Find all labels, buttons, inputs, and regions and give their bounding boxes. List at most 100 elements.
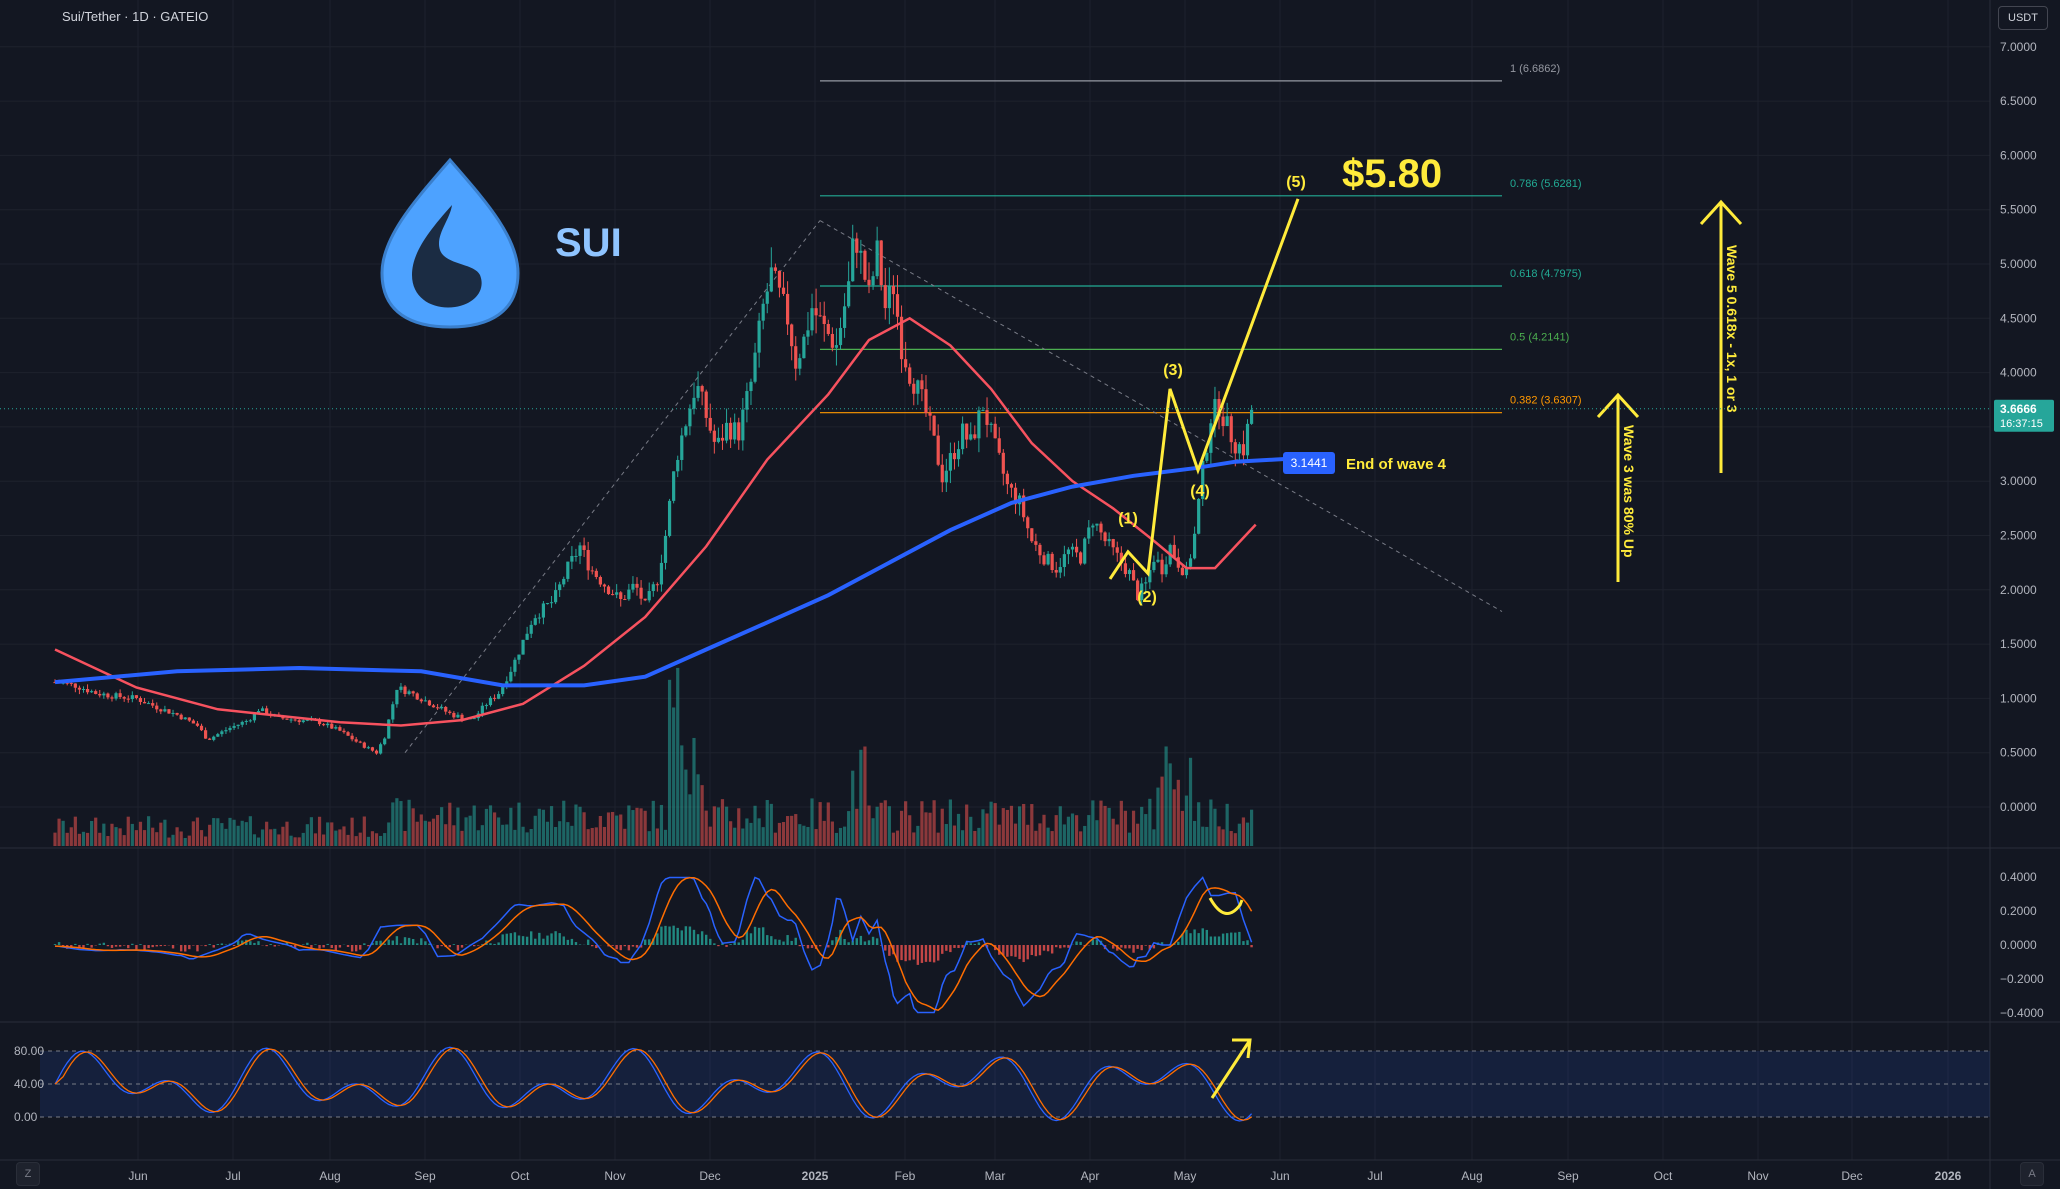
volume-bar	[651, 800, 655, 846]
volume-bar	[802, 825, 806, 846]
volume-bar	[110, 823, 114, 846]
volume-bar	[1058, 806, 1062, 846]
macd-histogram-bar	[171, 945, 175, 949]
macd-histogram-bar	[1006, 945, 1009, 957]
macd-histogram-bar	[737, 942, 740, 945]
macd-histogram-bar	[623, 945, 626, 947]
volume-bar	[1180, 810, 1184, 846]
candle-body	[1030, 528, 1034, 542]
volume-bar	[1005, 809, 1009, 846]
macd-histogram-bar	[306, 942, 309, 945]
volume-bar	[484, 808, 489, 846]
candle-body	[1066, 549, 1071, 555]
volume-bar	[1042, 814, 1046, 846]
macd-histogram-bar	[534, 938, 537, 945]
target-price-label: $5.80	[1342, 152, 1442, 196]
macd-histogram-bar	[501, 934, 504, 945]
volume-bar	[631, 810, 635, 846]
volume-bar	[232, 819, 236, 846]
candle-body	[952, 453, 957, 460]
wave-label: (5)	[1286, 174, 1306, 191]
volume-bar	[305, 824, 309, 846]
volume-bar	[277, 834, 281, 846]
candle-body	[159, 709, 163, 712]
candle-body	[1083, 538, 1087, 564]
volume-bar	[1249, 809, 1254, 846]
candle-body	[114, 693, 118, 699]
time-tick-label: Nov	[1747, 1169, 1768, 1183]
macd-histogram-bar	[550, 933, 553, 945]
volume-bar	[765, 800, 769, 846]
macd-tick-label: −0.2000	[2000, 972, 2044, 986]
volume-bar	[350, 817, 354, 846]
volume-bar	[1103, 805, 1107, 846]
auto-scale-button[interactable]: A	[2020, 1162, 2044, 1186]
volume-bar	[1184, 795, 1189, 846]
macd-histogram-bar	[411, 938, 415, 945]
candle-body	[977, 410, 981, 439]
macd-histogram-bar	[220, 943, 224, 945]
macd-histogram-bar	[941, 945, 944, 954]
candle-body	[444, 706, 448, 712]
volume-bar	[114, 827, 118, 846]
volume-bar	[456, 807, 460, 846]
macd-histogram-bar	[1250, 945, 1253, 948]
candle-body	[798, 358, 802, 369]
volume-bar	[195, 817, 200, 846]
candle-body	[118, 693, 122, 698]
candle-body	[228, 727, 232, 731]
candle-body	[598, 577, 602, 585]
macd-histogram-bar	[904, 945, 907, 962]
candle-body	[1095, 523, 1099, 526]
volume-bar	[411, 808, 415, 846]
macd-histogram-bar	[932, 945, 936, 963]
macd-histogram-bar	[184, 945, 187, 952]
volume-bar	[1050, 831, 1054, 846]
candle-body	[1042, 555, 1046, 565]
candle-body	[98, 693, 102, 696]
candle-body	[529, 624, 533, 634]
macd-histogram-bar	[871, 936, 875, 945]
volume-bar	[704, 810, 708, 846]
candle-body	[187, 717, 191, 721]
volume-bar	[851, 770, 855, 846]
macd-histogram-bar	[440, 945, 443, 947]
volume-bar	[940, 808, 944, 846]
candle-body	[724, 422, 729, 441]
currency-button[interactable]: USDT	[1998, 6, 2048, 30]
candle-body	[745, 391, 749, 410]
macd-histogram-bar	[367, 945, 370, 947]
volume-bar	[427, 821, 432, 846]
candle-body	[1038, 544, 1042, 556]
candle-body	[1087, 527, 1091, 539]
candle-body	[240, 721, 244, 725]
volume-bar	[647, 831, 651, 846]
volume-bar	[537, 808, 541, 846]
trend-line-down	[819, 220, 1503, 612]
volume-bar	[423, 820, 427, 846]
candle-body	[908, 367, 912, 384]
candle-body	[871, 276, 875, 286]
candle-body	[1225, 416, 1229, 427]
macd-histogram-bar	[257, 941, 260, 945]
wave-label: (3)	[1163, 362, 1183, 379]
macd-histogram-bar	[114, 945, 118, 947]
volume-bar	[578, 806, 582, 846]
volume-bar	[317, 816, 322, 846]
volume-bar	[61, 820, 65, 846]
volume-bar	[1193, 820, 1197, 846]
volume-bar	[749, 822, 753, 846]
volume-bar	[269, 829, 273, 846]
zoom-reset-button[interactable]: Z	[16, 1162, 40, 1186]
candle-body	[655, 584, 659, 586]
macd-histogram-bar	[330, 945, 333, 949]
candle-body	[737, 422, 741, 441]
price-chart[interactable]: 1 (6.6862)0.786 (5.6281)0.618 (4.7975)0.…	[0, 0, 2060, 1189]
volume-bar	[1079, 831, 1083, 846]
candle-body	[700, 386, 704, 392]
volume-bar	[1119, 800, 1123, 846]
volume-bar	[419, 814, 423, 846]
candle-body	[191, 720, 195, 724]
candle-body	[985, 410, 989, 425]
candle-body	[562, 578, 566, 585]
